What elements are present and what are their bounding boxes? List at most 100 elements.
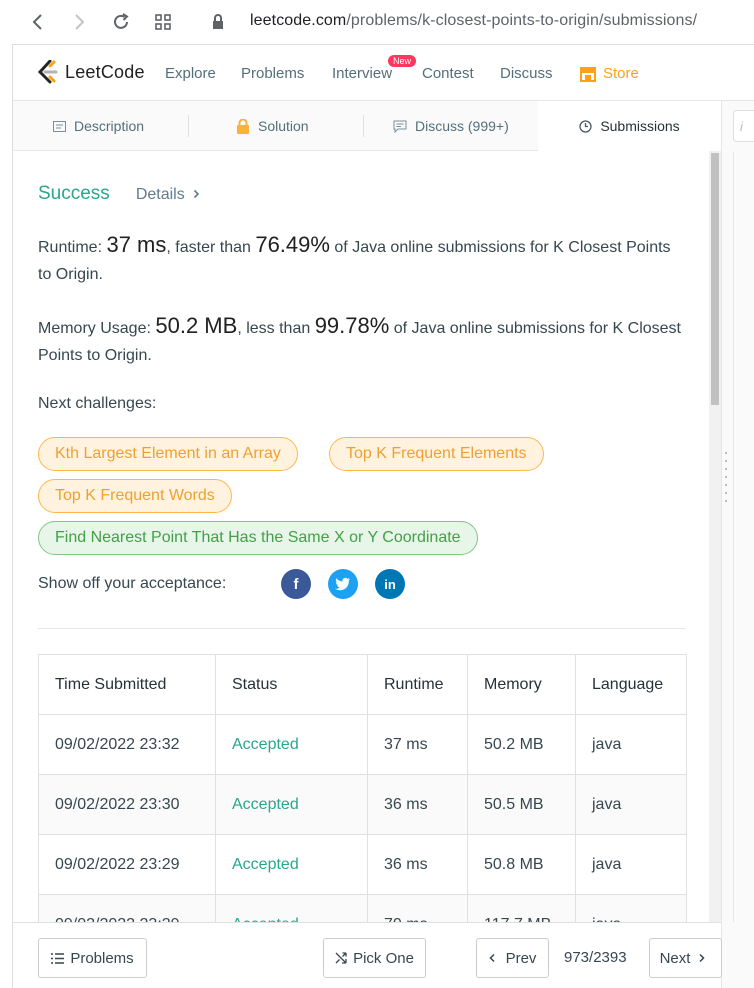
tab-solution-label: Solution xyxy=(258,118,309,134)
result-line: Success Details xyxy=(38,183,200,205)
cell-status-link[interactable]: Accepted xyxy=(215,714,368,775)
lock-icon xyxy=(206,10,230,34)
logo-text: LeetCode xyxy=(65,61,145,82)
cell-runtime: 36 ms xyxy=(367,834,468,895)
list-icon xyxy=(51,952,65,964)
scrollbar-thumb[interactable] xyxy=(711,153,719,405)
nav-problems[interactable]: Problems xyxy=(241,65,304,82)
cell-language: java xyxy=(575,774,687,835)
new-badge: New xyxy=(388,55,417,67)
content-scrollbar[interactable] xyxy=(709,151,721,922)
shuffle-icon xyxy=(335,952,347,964)
tab-discuss[interactable]: Discuss (999+) xyxy=(393,101,509,151)
chevron-right-icon xyxy=(699,953,705,963)
facebook-icon[interactable]: f xyxy=(281,569,311,599)
chevron-right-icon[interactable] xyxy=(193,186,200,202)
table-row[interactable]: 09/02/2022 23:32 Accepted 37 ms 50.2 MB … xyxy=(38,714,687,775)
memory-label: Memory Usage: xyxy=(38,320,156,337)
table-header-row: Time Submitted Status Runtime Memory Lan… xyxy=(38,654,687,715)
memory-stat: Memory Usage: 50.2 MB, less than 99.78% … xyxy=(38,312,688,369)
url-path: /problems/k-closest-points-to-origin/sub… xyxy=(346,12,698,29)
site-header: LeetCode Explore Problems Interview New … xyxy=(12,44,754,101)
submission-result-panel: Success Details Runtime: 37 ms, faster t… xyxy=(12,151,709,922)
problem-tabs: Description Solution Discuss (999+) Subm… xyxy=(12,101,722,151)
runtime-stat: Runtime: 37 ms, faster than 76.49% of Ja… xyxy=(38,231,688,288)
tab-description-label: Description xyxy=(74,118,145,134)
language-select-edge[interactable]: i xyxy=(733,110,754,142)
reload-icon[interactable] xyxy=(109,10,133,34)
tab-discuss-label: Discuss (999+) xyxy=(415,118,509,134)
challenge-chip[interactable]: Kth Largest Element in an Array xyxy=(38,437,298,471)
store-icon xyxy=(580,66,596,82)
pick-one-button[interactable]: Pick One xyxy=(323,938,426,978)
cell-status-link[interactable]: Accepted xyxy=(215,834,368,895)
runtime-label: Runtime: xyxy=(38,239,107,256)
challenge-chip[interactable]: Top K Frequent Elements xyxy=(329,437,544,471)
tab-submissions-label: Submissions xyxy=(600,118,680,134)
tab-divider xyxy=(363,115,364,137)
memory-mid: , less than xyxy=(237,320,315,337)
nav-discuss[interactable]: Discuss xyxy=(500,65,553,82)
cell-language: java xyxy=(575,834,687,895)
details-link[interactable]: Details xyxy=(136,186,185,204)
cell-time: 09/02/2022 23:32 xyxy=(38,714,216,775)
next-challenges-label: Next challenges: xyxy=(38,395,157,412)
next-button[interactable]: Next xyxy=(649,938,722,978)
col-memory[interactable]: Memory xyxy=(467,654,576,715)
section-divider xyxy=(38,628,686,629)
tab-submissions[interactable]: Submissions xyxy=(538,101,722,151)
col-language[interactable]: Language xyxy=(575,654,687,715)
url-host: leetcode.com xyxy=(250,12,347,29)
linkedin-icon[interactable]: in xyxy=(375,569,405,599)
cell-language: java xyxy=(575,714,687,775)
share-label: Show off your acceptance: xyxy=(38,575,227,592)
problem-counter: 973/2393 xyxy=(564,949,627,966)
table-row[interactable]: 09/02/2022 23:30 Accepted 36 ms 50.5 MB … xyxy=(38,774,687,835)
memory-percentile: 99.78% xyxy=(314,313,390,338)
forward-icon[interactable] xyxy=(67,10,91,34)
description-icon xyxy=(53,120,66,132)
prev-label: Prev xyxy=(505,949,537,967)
cell-runtime: 70 ms xyxy=(367,894,468,922)
col-status[interactable]: Status xyxy=(215,654,368,715)
tab-solution[interactable]: Solution xyxy=(236,101,309,151)
runtime-mid: , faster than xyxy=(166,239,256,256)
nav-explore[interactable]: Explore xyxy=(165,65,216,82)
twitter-icon[interactable] xyxy=(328,569,358,599)
nav-contest[interactable]: Contest xyxy=(422,65,474,82)
cell-runtime: 37 ms xyxy=(367,714,468,775)
apps-grid-icon[interactable] xyxy=(151,10,175,34)
cell-status-link[interactable]: Accepted xyxy=(215,894,368,922)
nav-store[interactable]: Store xyxy=(579,65,639,82)
cell-runtime: 36 ms xyxy=(367,774,468,835)
tab-divider xyxy=(188,115,189,137)
clock-icon xyxy=(579,119,592,133)
cell-status-link[interactable]: Accepted xyxy=(215,774,368,835)
table-row[interactable]: 09/02/2022 23:29 Accepted 36 ms 50.8 MB … xyxy=(38,834,687,895)
nav-interview[interactable]: Interview xyxy=(332,65,392,82)
col-time-submitted[interactable]: Time Submitted xyxy=(38,654,216,715)
result-status: Success xyxy=(38,183,110,204)
back-icon[interactable] xyxy=(26,10,50,34)
editor-panel-edge xyxy=(721,101,754,988)
leetcode-logo-icon xyxy=(37,60,58,84)
col-runtime[interactable]: Runtime xyxy=(367,654,468,715)
resize-handle[interactable] xyxy=(725,452,729,512)
tab-description[interactable]: Description xyxy=(53,101,144,151)
memory-value: 50.2 MB xyxy=(155,313,238,338)
problems-button[interactable]: Problems xyxy=(38,938,147,978)
address-bar[interactable]: leetcode.com/problems/k-closest-points-t… xyxy=(250,12,697,30)
leetcode-logo[interactable]: LeetCode xyxy=(37,60,145,84)
runtime-percentile: 76.49% xyxy=(255,232,330,257)
challenge-chip[interactable]: Top K Frequent Words xyxy=(38,479,232,513)
challenge-chip[interactable]: Find Nearest Point That Has the Same X o… xyxy=(38,521,478,555)
cell-time: 09/02/2022 23:29 xyxy=(38,894,216,922)
cell-time: 09/02/2022 23:30 xyxy=(38,774,216,835)
cell-time: 09/02/2022 23:29 xyxy=(38,834,216,895)
table-row[interactable]: 09/02/2022 23:29 Accepted 70 ms 117.7 MB… xyxy=(38,894,687,922)
pick-one-label: Pick One xyxy=(353,949,414,967)
cell-language: java xyxy=(575,894,687,922)
cell-memory: 50.8 MB xyxy=(467,834,576,895)
cell-memory: 50.5 MB xyxy=(467,774,576,835)
prev-button[interactable]: Prev xyxy=(476,938,549,978)
